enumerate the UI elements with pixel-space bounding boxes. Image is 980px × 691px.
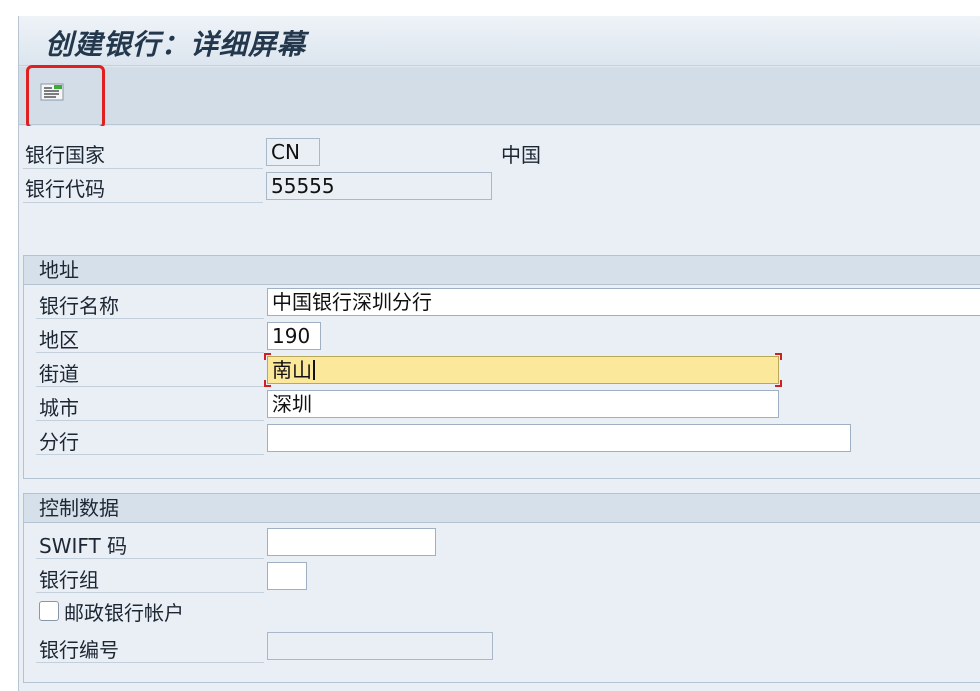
focus-corner: [775, 380, 782, 387]
control-data-group: 控制数据 SWIFT 码 银行组 邮政银行帐户 银行编号: [23, 493, 980, 683]
bank-name-field[interactable]: 中国银行深圳分行: [267, 288, 980, 316]
title-bar: 创建银行：详细屏幕: [19, 16, 980, 66]
address-group-title: 地址: [24, 256, 980, 285]
page-title: 创建银行：详细屏幕: [45, 28, 307, 61]
row-separator: [36, 318, 264, 319]
text-cursor: [313, 360, 315, 380]
toolbar-button[interactable]: [39, 79, 65, 105]
postal-bank-account-checkbox[interactable]: [39, 601, 59, 621]
street-value: 南山: [272, 358, 312, 382]
row-separator: [23, 168, 263, 169]
row-separator: [23, 202, 263, 203]
row-separator: [36, 662, 264, 663]
region-label: 地区: [39, 328, 79, 352]
swift-code-label: SWIFT 码: [39, 534, 128, 558]
control-data-group-title: 控制数据: [24, 494, 980, 523]
red-highlight-box: [26, 65, 105, 129]
application-toolbar: [19, 65, 980, 129]
street-label: 街道: [39, 362, 79, 386]
focus-corner: [264, 380, 271, 387]
row-separator: [36, 386, 264, 387]
bank-country-label: 银行国家: [25, 143, 105, 167]
address-group: 地址 银行名称 中国银行深圳分行 地区 190 街道 南山 城市 深圳 分行: [23, 255, 980, 479]
row-separator: [36, 454, 264, 455]
swift-code-field[interactable]: [267, 528, 436, 556]
focus-corner: [264, 353, 271, 360]
row-separator: [36, 420, 264, 421]
city-field[interactable]: 深圳: [267, 390, 779, 418]
bank-number-field[interactable]: [267, 632, 493, 660]
bank-code-label: 银行代码: [25, 177, 105, 201]
postal-bank-account-label: 邮政银行帐户: [64, 601, 184, 625]
branch-label: 分行: [39, 430, 79, 454]
branch-field[interactable]: [267, 424, 851, 452]
row-separator: [36, 592, 264, 593]
bank-number-label: 银行编号: [39, 638, 119, 662]
bank-group-label: 银行组: [39, 568, 99, 592]
street-field[interactable]: 南山: [267, 356, 779, 384]
sap-window: 创建银行：详细屏幕 银行国家 CN 中国 银行代码 55555 地址 银行名称: [18, 16, 980, 691]
focus-corner: [775, 353, 782, 360]
row-separator: [36, 352, 264, 353]
bank-country-field[interactable]: CN: [266, 138, 320, 166]
row-separator: [36, 558, 264, 559]
bank-name-label: 银行名称: [39, 294, 119, 318]
city-label: 城市: [39, 396, 79, 420]
document-lines-icon: [40, 83, 64, 101]
bank-country-name: 中国: [501, 143, 541, 167]
bank-code-field[interactable]: 55555: [266, 172, 492, 200]
bank-group-field[interactable]: [267, 562, 307, 590]
content-area: 银行国家 CN 中国 银行代码 55555 地址 银行名称 中国银行深圳分行 地…: [19, 126, 980, 691]
region-field[interactable]: 190: [267, 322, 321, 350]
